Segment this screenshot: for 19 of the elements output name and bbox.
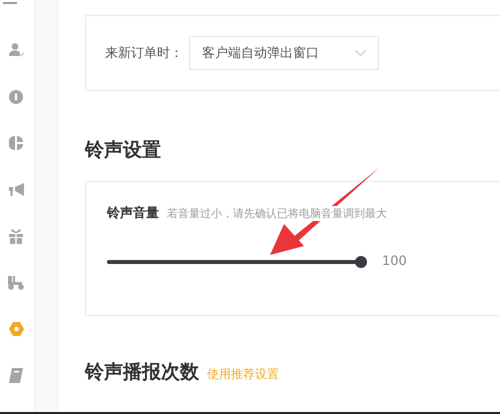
coin-icon[interactable] xyxy=(9,90,23,104)
volume-label: 铃声音量 xyxy=(107,204,159,222)
chevron-down-icon xyxy=(355,50,366,56)
field-label: 来新订单时： xyxy=(105,45,183,62)
megaphone-icon[interactable] xyxy=(8,183,24,196)
volume-reading: 100 xyxy=(382,254,407,269)
scooter-icon[interactable] xyxy=(8,276,24,290)
section-title: 铃声播报次数 xyxy=(85,360,199,385)
slider-thumb[interactable] xyxy=(355,256,367,268)
pie-chart-icon[interactable] xyxy=(9,136,23,150)
menu-icon[interactable] xyxy=(3,2,17,6)
volume-slider[interactable] xyxy=(107,256,367,268)
popup-select[interactable]: 客户端自动弹出窗口 xyxy=(189,36,379,70)
hexagon-icon[interactable] xyxy=(8,322,24,336)
book-icon[interactable] xyxy=(9,368,23,383)
user-icon[interactable] xyxy=(8,43,24,57)
section-title: 铃声设置 xyxy=(85,138,162,163)
gift-icon[interactable] xyxy=(9,228,23,244)
volume-hint: 若音量过小，请先确认已将电脑音量调到最大 xyxy=(167,206,387,221)
